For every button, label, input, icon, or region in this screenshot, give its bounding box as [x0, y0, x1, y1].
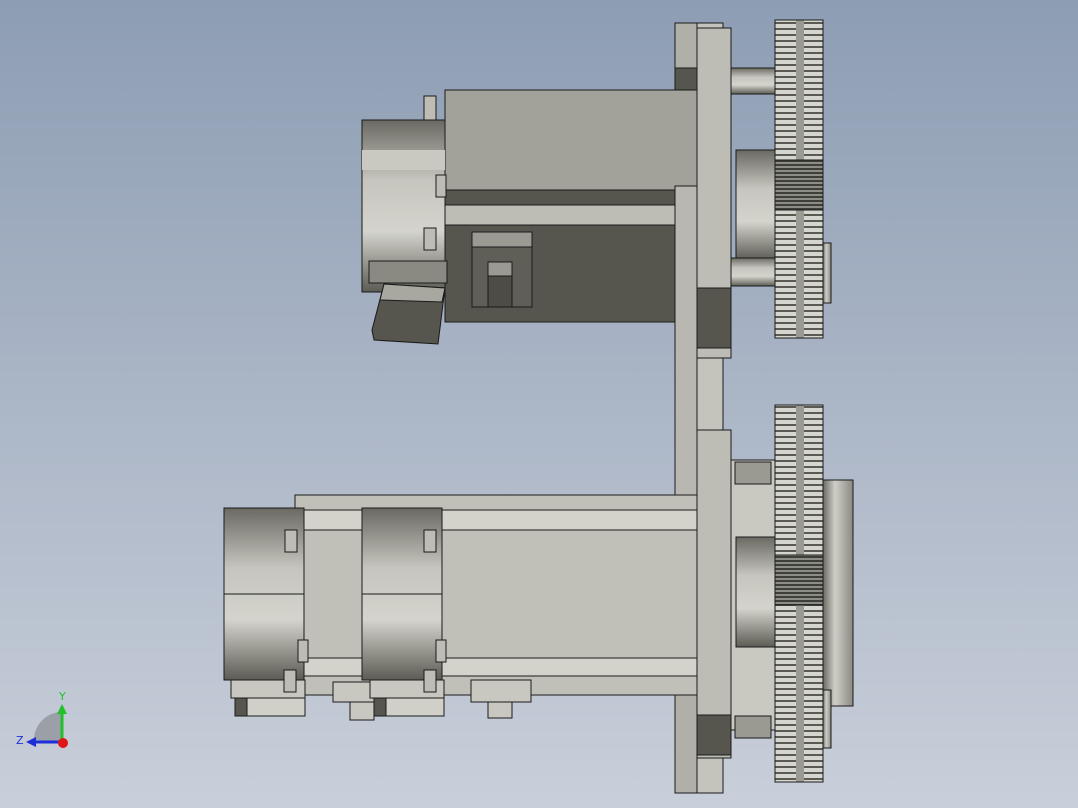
triad-y-label: Y: [58, 690, 66, 703]
upper-motor-body-band: [444, 189, 701, 206]
lower-flange-plate-dark: [696, 714, 732, 756]
upper-flange-plate-dark: [696, 287, 732, 349]
upper-shaft-top: [730, 67, 776, 95]
lower-connector-3-tab: [373, 697, 387, 717]
lower-bolt-4: [435, 639, 447, 663]
mounting-plate-dark-slot: [674, 67, 698, 91]
upper-hub: [735, 149, 781, 261]
upper-gear-stub: [822, 242, 832, 304]
lower-motor[interactable]: [223, 494, 701, 721]
upper-shaft-bottom: [730, 257, 776, 287]
cad-viewport[interactable]: Y Z: [0, 0, 1078, 808]
upper-motor-connector-plug-top: [487, 261, 513, 277]
lower-bolt-6: [423, 669, 437, 693]
upper-motor-bolt-1: [423, 95, 437, 121]
lower-bolt-5: [283, 669, 297, 693]
upper-motor-connector-cap: [471, 231, 533, 248]
upper-gear-teeth-shadow: [774, 159, 824, 211]
cad-model-view: Y Z: [0, 0, 1078, 808]
lower-shaft-bottom: [734, 715, 772, 739]
lower-shaft-top: [734, 461, 772, 485]
triad-x-axis-dot: [58, 738, 68, 748]
lower-gear-teeth-shadow: [774, 554, 824, 606]
lower-connector-2-base: [349, 701, 375, 721]
triad-z-label: Z: [16, 734, 24, 747]
upper-motor-endcap-face: [362, 150, 445, 170]
lower-gear-stub: [822, 689, 832, 749]
lower-bolt-1: [284, 529, 298, 553]
lower-connector-4: [470, 679, 532, 703]
lower-connector-1-tab: [234, 697, 248, 717]
upper-motor-body-top: [444, 89, 701, 201]
upper-motor-bolt-3: [423, 227, 437, 251]
lower-hub: [735, 536, 781, 648]
upper-motor-body-mid: [444, 204, 701, 226]
upper-flange-bracket: [674, 185, 698, 497]
upper-motor-encoder-housing: [368, 260, 448, 284]
lower-gear-disc: [822, 479, 854, 707]
lower-bolt-3: [423, 529, 437, 553]
lower-motor-rail-bottom: [294, 657, 701, 677]
lower-bolt-2: [297, 639, 309, 663]
lower-motor-rail-top: [294, 509, 701, 531]
lower-connector-4-base: [487, 701, 513, 719]
lower-flange-plate[interactable]: [696, 429, 732, 759]
upper-motor[interactable]: [361, 89, 701, 345]
upper-motor-bolt-2: [435, 174, 447, 198]
